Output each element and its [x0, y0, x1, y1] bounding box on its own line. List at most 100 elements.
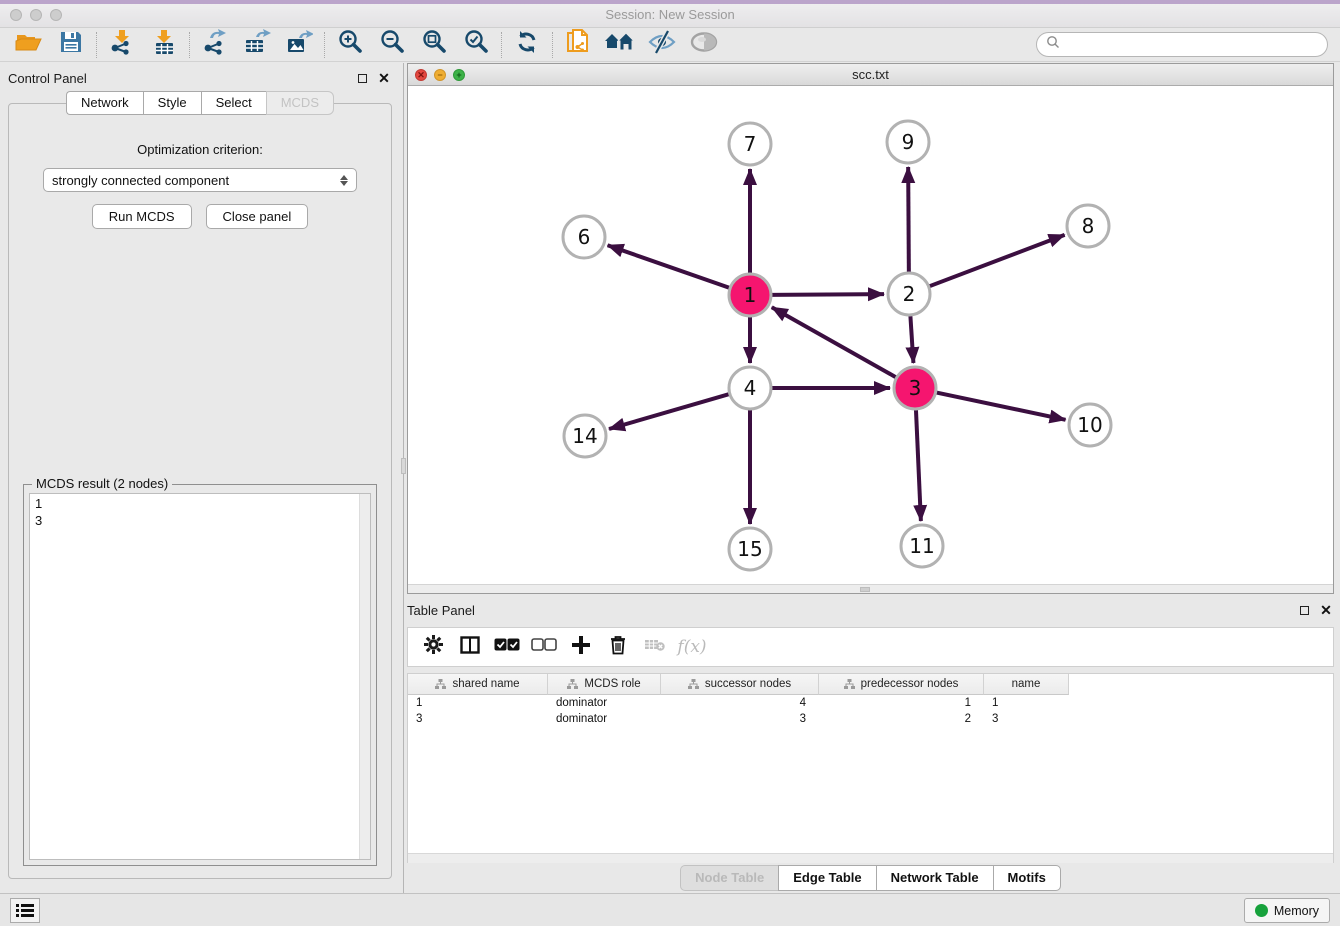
table-hscrollbar[interactable] [408, 853, 1333, 863]
toolbar-separator [189, 32, 190, 58]
table-row[interactable]: 3 dominator 3 2 3 [408, 711, 1333, 727]
refresh-button[interactable] [506, 30, 548, 60]
network-window-traffic-lights: ✕ − + [415, 69, 465, 81]
zoom-out-button[interactable] [371, 30, 413, 60]
float-table-panel-button[interactable] [1296, 602, 1312, 618]
float-panel-button[interactable] [354, 70, 370, 86]
show-columns-button[interactable] [455, 632, 485, 662]
columns-icon [460, 636, 480, 659]
column-header-predecessor-nodes[interactable]: predecessor nodes [819, 674, 984, 695]
graph-edge-2-9[interactable] [908, 167, 909, 272]
deselect-all-icon [531, 638, 557, 656]
graph-edge-4-14[interactable] [609, 394, 729, 429]
graph-edge-1-6[interactable] [608, 245, 730, 287]
import-network-button[interactable] [101, 30, 143, 60]
optimization-criterion-label: Optimization criterion: [19, 142, 381, 157]
network-view-window: ✕ − + scc.txt 7968124314101511 [407, 63, 1334, 594]
graph-node-label-10: 10 [1077, 413, 1102, 437]
run-mcds-button[interactable]: Run MCDS [92, 204, 192, 229]
eye-icon [690, 30, 718, 59]
zoom-fit-button[interactable] [413, 30, 455, 60]
tab-mcds[interactable]: MCDS [266, 91, 334, 115]
close-network-button[interactable]: ✕ [415, 69, 427, 81]
export-image-button[interactable] [278, 30, 320, 60]
tab-select[interactable]: Select [201, 91, 266, 115]
tab-node-table[interactable]: Node Table [680, 865, 778, 891]
export-image-icon [285, 29, 313, 60]
open-session-button[interactable] [8, 30, 50, 60]
export-table-button[interactable] [236, 30, 278, 60]
graph-edge-3-10[interactable] [937, 393, 1066, 420]
import-table-button[interactable] [143, 30, 185, 60]
graph-node-label-11: 11 [909, 534, 934, 558]
column-header-mcds-role[interactable]: MCDS role [548, 674, 661, 695]
export-network-button[interactable] [194, 30, 236, 60]
network-window-titlebar[interactable]: ✕ − + scc.txt [408, 64, 1333, 86]
network-graph[interactable]: 7968124314101511 [408, 86, 1333, 584]
zoom-in-button[interactable] [329, 30, 371, 60]
first-neighbors-button[interactable] [599, 30, 641, 60]
save-session-button[interactable] [50, 30, 92, 60]
zoom-window-button[interactable] [50, 9, 62, 21]
close-panel-button[interactable]: ✕ [376, 70, 392, 86]
close-window-button[interactable] [10, 9, 22, 21]
deselect-all-button[interactable] [529, 632, 559, 662]
graph-edge-1-2[interactable] [772, 294, 884, 295]
hide-selected-button[interactable] [641, 30, 683, 60]
network-hscrollbar[interactable] [408, 584, 1333, 593]
window-top-strip [0, 0, 1340, 4]
main-toolbar [0, 28, 1340, 62]
column-header-shared-name[interactable]: shared name [408, 674, 548, 695]
show-details-button[interactable] [683, 30, 725, 60]
tab-style[interactable]: Style [143, 91, 201, 115]
clone-network-button[interactable] [557, 30, 599, 60]
graph-edge-2-8[interactable] [930, 235, 1065, 286]
add-column-button[interactable] [566, 632, 596, 662]
tab-edge-table[interactable]: Edge Table [778, 865, 875, 891]
network-canvas[interactable]: 7968124314101511 [408, 86, 1333, 584]
float-icon [358, 74, 367, 83]
search-icon [1046, 35, 1060, 54]
hscroll-handle[interactable] [860, 587, 870, 592]
mcds-result-group: MCDS result (2 nodes) 1 3 [23, 484, 377, 866]
tab-motifs[interactable]: Motifs [993, 865, 1061, 891]
result-scrollbar[interactable] [359, 494, 370, 859]
mcds-result-text[interactable]: 1 3 [30, 494, 359, 859]
zoom-network-button[interactable]: + [453, 69, 465, 81]
folder-open-icon [15, 31, 43, 58]
delete-table-button[interactable] [603, 632, 633, 662]
control-panel: Control Panel ✕ Network Style Select MCD… [0, 63, 400, 893]
clone-network-icon [565, 28, 591, 61]
zoom-selected-button[interactable] [455, 30, 497, 60]
close-table-panel-button[interactable]: ✕ [1318, 602, 1334, 618]
minimize-window-button[interactable] [30, 9, 42, 21]
graph-edge-2-3[interactable] [910, 316, 913, 363]
select-stepper-icon [340, 175, 348, 186]
zoom-fit-icon [421, 29, 447, 60]
toolbar-separator [96, 32, 97, 58]
search-box[interactable] [1036, 32, 1328, 57]
close-panel-button-2[interactable]: Close panel [206, 204, 309, 229]
panel-divider[interactable] [400, 63, 407, 893]
task-history-button[interactable] [10, 898, 40, 923]
select-all-button[interactable] [492, 632, 522, 662]
graph-node-label-14: 14 [572, 424, 597, 448]
divider-grip-icon[interactable] [401, 458, 406, 474]
table-row[interactable]: 1 dominator 4 1 1 [408, 695, 1333, 711]
search-input[interactable] [1065, 38, 1318, 52]
optimization-criterion-select[interactable]: strongly connected component [43, 168, 357, 192]
table-settings-button[interactable] [418, 632, 448, 662]
graph-edge-3-1[interactable] [772, 307, 896, 377]
export-network-icon [201, 29, 229, 60]
minimize-network-button[interactable]: − [434, 69, 446, 81]
select-all-icon [494, 638, 520, 656]
memory-button[interactable]: Memory [1244, 898, 1330, 923]
table-panel-header: Table Panel ✕ [407, 599, 1334, 621]
graph-edge-3-11[interactable] [916, 410, 921, 521]
node-table: shared name MCDS role successor nodes [407, 673, 1334, 863]
table-header-row: shared name MCDS role successor nodes [408, 674, 1333, 695]
column-header-successor-nodes[interactable]: successor nodes [661, 674, 819, 695]
tab-network[interactable]: Network [66, 91, 143, 115]
column-header-name[interactable]: name [984, 674, 1069, 695]
tab-network-table[interactable]: Network Table [876, 865, 993, 891]
